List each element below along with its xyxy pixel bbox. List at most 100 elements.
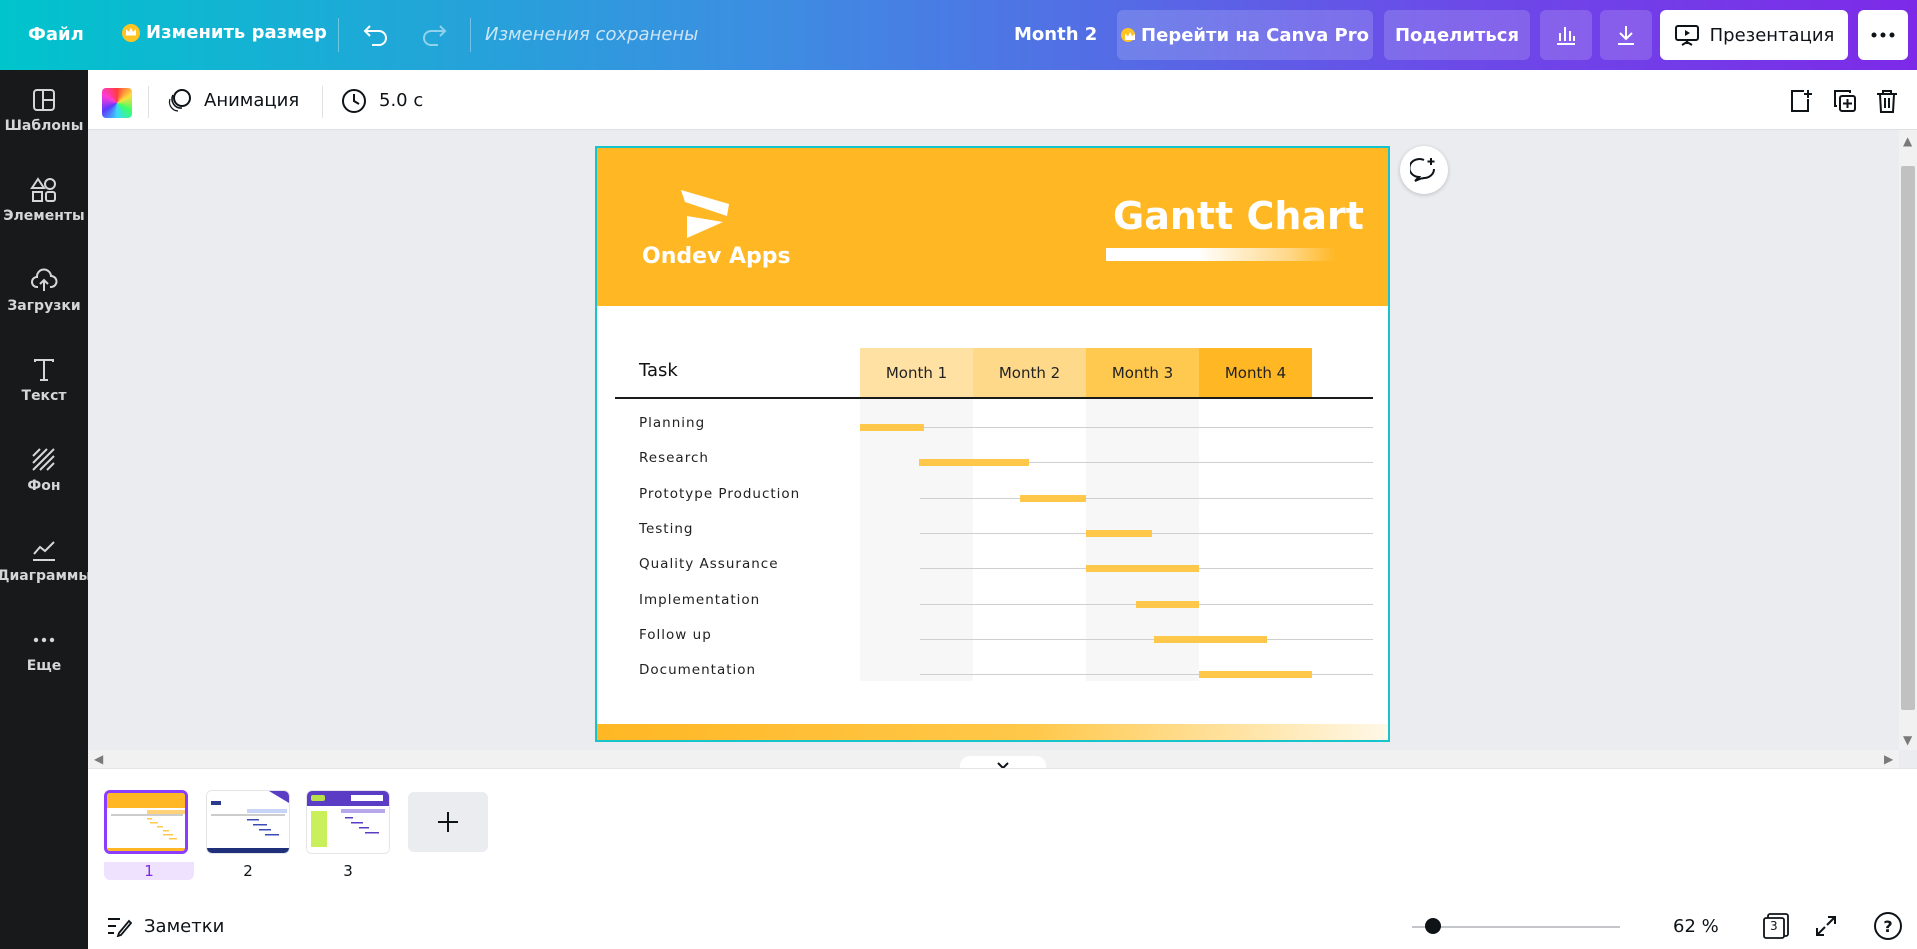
more-icon — [1871, 32, 1895, 38]
canva-pro-label: Перейти на Canva Pro — [1141, 24, 1369, 46]
ondev-logo-icon — [681, 190, 729, 238]
add-page-button[interactable] — [408, 792, 488, 852]
bottom-bar — [88, 889, 1917, 949]
sidebar-item-templates[interactable]: Шаблоны — [0, 70, 88, 150]
share-label: Поделиться — [1394, 24, 1519, 46]
add-page-icon[interactable] — [1788, 88, 1814, 118]
duration-label[interactable]: 5.0 с — [379, 90, 423, 111]
task-label: Documentation — [639, 662, 757, 679]
text-icon — [34, 359, 54, 381]
elements-icon — [30, 177, 56, 202]
page-number-2[interactable]: 2 — [206, 862, 290, 880]
gantt-bar[interactable] — [1086, 529, 1152, 537]
sidebar-item-elements[interactable]: Элементы — [0, 160, 88, 240]
help-icon[interactable]: ? — [1874, 912, 1902, 940]
sidebar-item-label: Элементы — [3, 208, 85, 224]
vertical-scroll-thumb[interactable] — [1901, 166, 1915, 710]
scroll-left-icon[interactable]: ◀ — [94, 752, 103, 766]
zoom-percentage[interactable]: 62 % — [1673, 916, 1719, 937]
page-number-3[interactable]: 3 — [306, 862, 390, 880]
file-menu-button[interactable]: Файл — [28, 24, 84, 45]
task-label: Quality Assurance — [639, 556, 779, 573]
sidebar-item-background[interactable]: Фон — [0, 430, 88, 510]
sidebar-item-uploads[interactable]: Загрузки — [0, 250, 88, 330]
stats-button[interactable] — [1540, 10, 1592, 60]
scroll-right-icon[interactable]: ▶ — [1884, 752, 1893, 766]
download-button[interactable] — [1600, 10, 1652, 60]
zoom-slider-thumb[interactable] — [1425, 918, 1441, 934]
month-header-3: Month 3 — [1086, 348, 1199, 397]
sidebar-item-charts[interactable]: Диаграммы — [0, 520, 91, 600]
undo-icon[interactable] — [362, 22, 390, 52]
sidebar-item-text[interactable]: Текст — [0, 340, 88, 420]
scroll-down-icon[interactable]: ▼ — [1903, 733, 1912, 747]
present-label: Презентация — [1709, 24, 1835, 46]
gantt-bar[interactable] — [1020, 494, 1086, 502]
sidebar-item-label: Загрузки — [7, 298, 81, 314]
gantt-bar[interactable] — [918, 459, 1030, 467]
duration-button[interactable] — [340, 87, 368, 119]
duplicate-page-icon[interactable] — [1832, 88, 1858, 118]
month-header-4: Month 4 — [1199, 348, 1312, 397]
comment-icon — [1410, 158, 1435, 182]
task-row-line — [920, 427, 1373, 428]
animation-icon — [168, 89, 191, 112]
sidebar-item-label: Фон — [27, 478, 61, 494]
page-grid-button[interactable]: 3 — [1762, 912, 1790, 940]
slide-page[interactable]: Ondev Apps Gantt Chart Task Month 1 Month… — [595, 146, 1390, 742]
more-icon — [33, 637, 55, 643]
charts-icon — [33, 541, 55, 561]
month-header-2: Month 2 — [973, 348, 1086, 397]
gantt-bar[interactable] — [1135, 600, 1199, 608]
share-button[interactable]: Поделиться — [1384, 10, 1530, 60]
stats-icon — [1557, 27, 1575, 45]
download-icon — [1618, 26, 1634, 45]
present-icon — [1674, 25, 1699, 46]
add-comment-button[interactable] — [1400, 146, 1448, 194]
resize-label: Изменить размер — [146, 22, 327, 43]
task-label: Planning — [639, 415, 706, 431]
crown-icon — [122, 23, 140, 42]
trash-icon[interactable] — [1875, 88, 1899, 118]
notes-label: Заметки — [144, 915, 225, 937]
divider — [338, 18, 339, 52]
task-row-line — [920, 497, 1373, 499]
gantt-bar[interactable] — [1086, 565, 1199, 573]
animation-button[interactable] — [166, 86, 194, 114]
zoom-slider-track[interactable] — [1412, 926, 1620, 928]
page-number-1[interactable]: 1 — [104, 862, 194, 880]
gantt-bar[interactable] — [860, 424, 925, 431]
slide-footer-bar — [597, 724, 1388, 740]
redo-icon[interactable] — [420, 22, 448, 52]
uploads-icon — [31, 268, 58, 291]
color-picker-icon[interactable] — [102, 88, 132, 118]
page-thumbnail-3[interactable] — [306, 790, 390, 854]
title-underline — [1106, 248, 1336, 261]
notes-button[interactable]: Заметки — [106, 915, 224, 937]
more-options-button[interactable] — [1858, 10, 1908, 60]
animation-label[interactable]: Анимация — [204, 90, 299, 111]
task-column-header: Task — [639, 360, 678, 381]
gantt-bar[interactable] — [1199, 671, 1312, 679]
sidebar-item-label: Текст — [21, 388, 67, 404]
task-label: Testing — [639, 520, 694, 537]
page-thumbnail-2[interactable] — [206, 790, 290, 854]
resize-button[interactable]: Изменить размер — [122, 22, 327, 43]
sidebar-item-more[interactable]: Еще — [0, 610, 88, 690]
canva-pro-button[interactable]: Перейти на Canva Pro — [1117, 10, 1373, 60]
divider — [148, 86, 149, 118]
sidebar-item-label: Шаблоны — [4, 118, 84, 134]
fullscreen-icon[interactable] — [1814, 914, 1838, 942]
present-button[interactable]: Презентация — [1660, 10, 1848, 60]
crown-icon — [1121, 28, 1136, 42]
gantt-bar[interactable] — [1153, 635, 1267, 643]
month-header-1: Month 1 — [860, 348, 973, 397]
task-label: Implementation — [639, 591, 761, 608]
notes-icon — [108, 918, 132, 937]
design-title[interactable]: Month 2 — [1014, 24, 1097, 45]
sidebar-item-label: Еще — [26, 658, 62, 674]
task-label: Prototype Production — [639, 485, 801, 502]
scroll-up-icon[interactable]: ▲ — [1903, 134, 1912, 148]
page-thumbnail-1[interactable] — [104, 790, 188, 854]
logo-text: Ondev Apps — [642, 244, 791, 269]
